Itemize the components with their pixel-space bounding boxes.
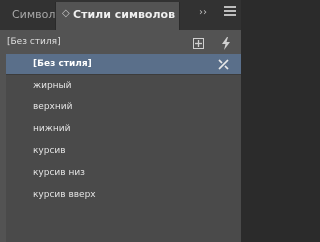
list-item[interactable]: нижний <box>6 119 241 139</box>
list-item[interactable]: курсив <box>6 141 241 161</box>
list-item-label: курсив <box>33 146 66 156</box>
list-item[interactable]: жирный <box>6 76 241 96</box>
list-item-no-style[interactable]: [Без стиля] <box>6 54 241 74</box>
new-style-icon[interactable] <box>193 38 204 49</box>
more-tabs-icon[interactable]: ›› <box>199 7 207 18</box>
current-style-label: [Без стиля] <box>7 37 61 47</box>
list-item-label: нижний <box>33 124 71 134</box>
panel-tab-bar: Символ ◇ Стили символов ›› <box>0 0 241 30</box>
brush-icon <box>218 59 229 70</box>
list-item-label: [Без стиля] <box>33 59 92 69</box>
character-styles-panel: Символ ◇ Стили символов ›› [Без стиля] [… <box>0 0 241 242</box>
list-item-label: курсив вверх <box>33 190 96 200</box>
panel-toolbar: [Без стиля] <box>0 30 241 52</box>
menu-line-icon <box>224 6 236 8</box>
list-item-label: курсив низ <box>33 168 85 178</box>
panel-menu-icon[interactable] <box>224 6 236 18</box>
menu-line-icon <box>224 10 236 12</box>
list-item[interactable]: курсив низ <box>6 163 241 183</box>
list-item-label: верхний <box>33 102 73 112</box>
menu-line-icon <box>224 14 236 16</box>
list-item-label: жирный <box>33 81 72 91</box>
tab-character[interactable]: Символ <box>12 8 55 21</box>
tab-collapse-icon: ◇ <box>62 8 70 19</box>
lightning-icon[interactable] <box>221 37 231 50</box>
list-item[interactable]: верхний <box>6 97 241 117</box>
list-item[interactable]: курсив вверх <box>6 185 241 205</box>
styles-list: [Без стиля] жирный верхний нижний курсив… <box>6 54 241 242</box>
tab-character-styles[interactable]: ◇ Стили символов <box>55 2 180 30</box>
tab-character-styles-label: Стили символов <box>73 8 176 21</box>
divider <box>6 74 241 75</box>
